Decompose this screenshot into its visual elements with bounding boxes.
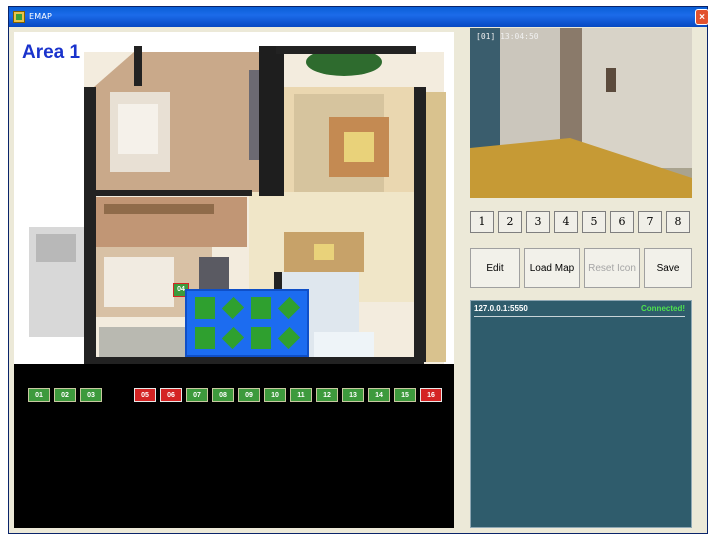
connection-status: Connected! (641, 304, 685, 313)
channel-button-4[interactable]: 4 (554, 211, 578, 233)
channel-button-2[interactable]: 2 (498, 211, 522, 233)
camera-down-icon[interactable] (251, 327, 271, 349)
video-timestamp: [01] 13:04:50 (476, 32, 539, 41)
camera-button-07[interactable]: 07 (186, 388, 208, 402)
camera-button-10[interactable]: 10 (264, 388, 286, 402)
channel-button-7[interactable]: 7 (638, 211, 662, 233)
camera-button-08[interactable]: 08 (212, 388, 234, 402)
reset-icon-button[interactable]: Reset Icon (584, 248, 640, 288)
camera-button-05[interactable]: 05 (134, 388, 156, 402)
placed-camera-label: 04 (177, 286, 185, 293)
camera-button-12[interactable]: 12 (316, 388, 338, 402)
close-button[interactable]: × (695, 9, 708, 25)
camera-button-03[interactable]: 03 (80, 388, 102, 402)
edit-button[interactable]: Edit (470, 248, 520, 288)
camera-left-icon[interactable] (195, 327, 215, 349)
camera-diag2-icon[interactable] (277, 296, 301, 320)
channel-button-3[interactable]: 3 (526, 211, 550, 233)
channel-button-5[interactable]: 5 (582, 211, 606, 233)
channel-button-8[interactable]: 8 (666, 211, 690, 233)
camera-button-13[interactable]: 13 (342, 388, 364, 402)
camera-button-06[interactable]: 06 (160, 388, 182, 402)
area-title: Area 1 (22, 42, 81, 63)
video-frame-image (470, 28, 692, 198)
camera-button-14[interactable]: 14 (368, 388, 390, 402)
camera-button-09[interactable]: 09 (238, 388, 260, 402)
camera-button-16[interactable]: 16 (420, 388, 442, 402)
camera-diag4-icon[interactable] (277, 326, 301, 350)
window-title: EMAP (29, 12, 53, 21)
camera-up-icon[interactable] (251, 297, 271, 319)
camera-diag-icon[interactable] (221, 296, 245, 320)
camera-button-11[interactable]: 11 (290, 388, 312, 402)
camera-button-01[interactable]: 01 (28, 388, 50, 402)
load-map-button[interactable]: Load Map (524, 248, 580, 288)
server-address: 127.0.0.1:5550 (474, 304, 528, 313)
camera-button-02[interactable]: 02 (54, 388, 76, 402)
log-divider (474, 316, 685, 317)
action-toolbar: Edit Load Map Reset Icon Save (470, 248, 692, 288)
video-preview[interactable]: [01] 13:04:50 (470, 28, 692, 198)
channel-selector: 12345678 (470, 211, 692, 233)
save-button[interactable]: Save (644, 248, 692, 288)
app-icon (13, 11, 25, 23)
camera-diag3-icon[interactable] (221, 326, 245, 350)
camera-icon-palette (185, 289, 309, 357)
camera-right-icon[interactable] (195, 297, 215, 319)
connection-log: 127.0.0.1:5550 Connected! (470, 300, 692, 528)
camera-button-15[interactable]: 15 (394, 388, 416, 402)
camera-list-panel: 01 02 03 05 06 07 08 09 10 11 12 13 14 15 16 (14, 364, 454, 528)
floor-plan-map[interactable]: Area 1 04 (14, 32, 454, 364)
channel-button-1[interactable]: 1 (470, 211, 494, 233)
title-bar[interactable]: EMAP × (9, 7, 708, 27)
channel-button-6[interactable]: 6 (610, 211, 634, 233)
